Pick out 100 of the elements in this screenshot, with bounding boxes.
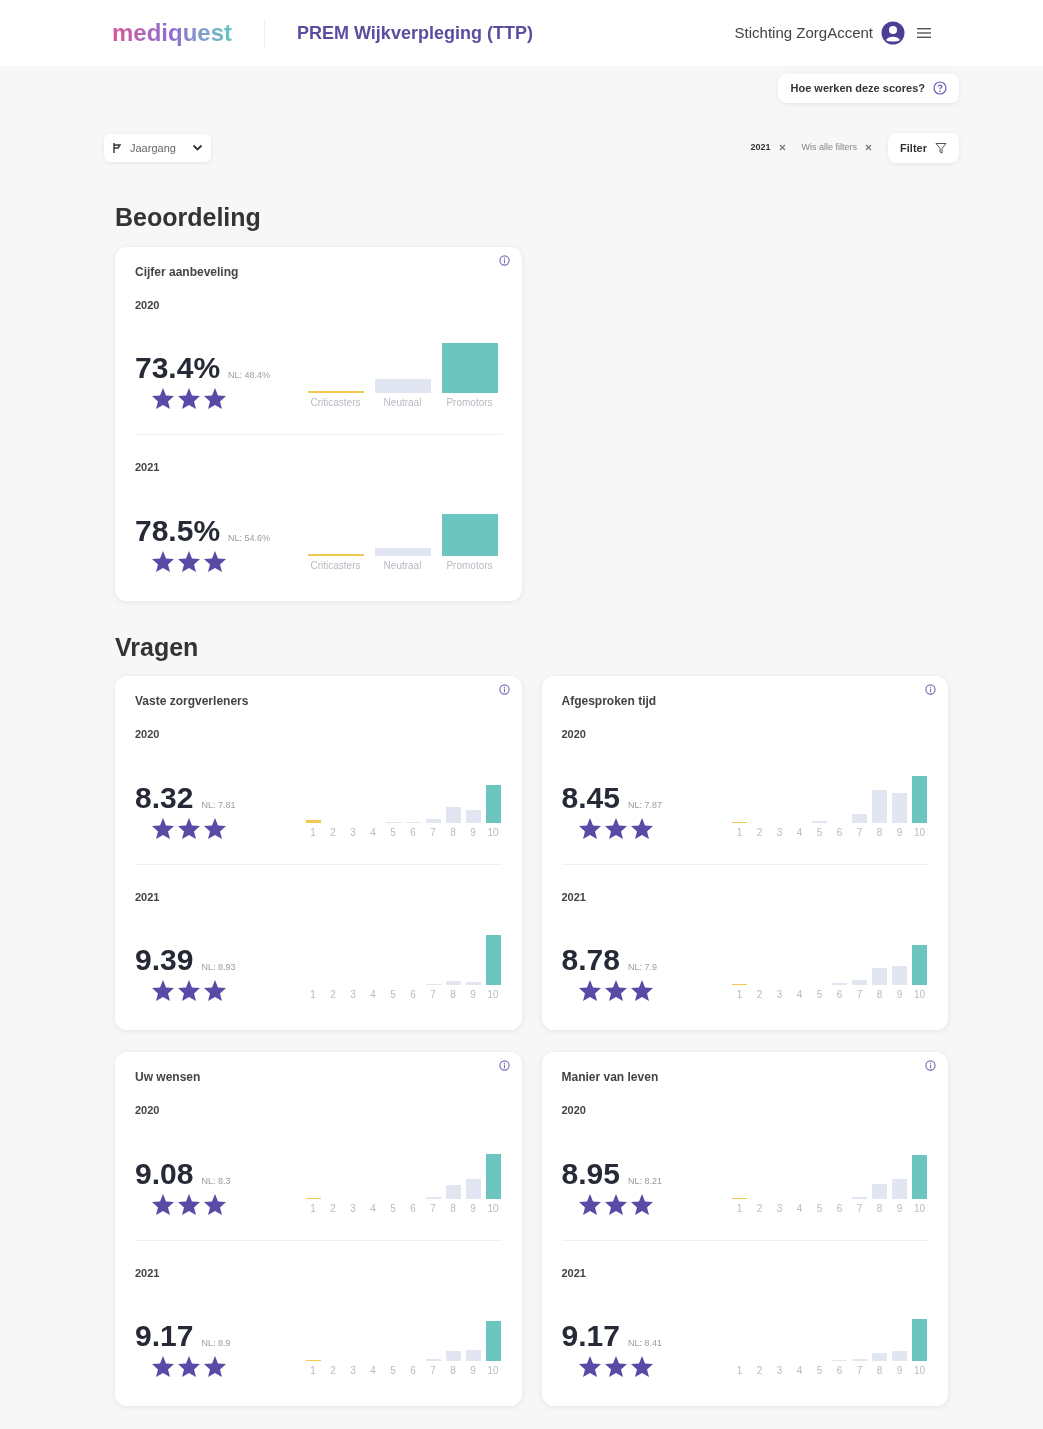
card-title: Uw wensen xyxy=(135,1069,202,1086)
filter-chip[interactable]: Wis alle filters xyxy=(801,141,873,155)
star-icon xyxy=(577,816,602,840)
star-icon xyxy=(151,816,175,840)
year-label: 2021 xyxy=(135,460,161,475)
score-value: 8.78 xyxy=(561,945,620,975)
bar-label: 5 xyxy=(816,1364,823,1378)
bar-label: 8 xyxy=(876,1364,883,1378)
bar-label: 10 xyxy=(487,1364,499,1378)
bar-label: 6 xyxy=(836,988,843,1002)
chart-bar xyxy=(374,547,431,556)
card-title: Cijfer aanbeveling xyxy=(135,263,240,281)
bar-label: 9 xyxy=(896,1364,903,1378)
bar-label: 9 xyxy=(470,825,476,840)
bar-label: 1 xyxy=(310,1364,316,1378)
chart-bar xyxy=(441,343,498,393)
bar-label: 5 xyxy=(390,1201,396,1216)
chart-bar xyxy=(441,513,498,556)
bar-label: 8 xyxy=(450,1201,456,1216)
info-icon[interactable] xyxy=(498,684,510,695)
score-value: 8.95 xyxy=(561,1158,620,1189)
star-icon xyxy=(177,549,201,573)
bar-label: Criticasters xyxy=(310,396,361,410)
benchmark-value: NL: 7.81 xyxy=(201,798,236,812)
bar-label: 4 xyxy=(370,1201,376,1216)
chart-bar xyxy=(852,813,867,823)
bar-label: 3 xyxy=(350,988,356,1002)
year-label: 2020 xyxy=(135,297,161,313)
bar-label: 4 xyxy=(370,1364,376,1378)
benchmark-value: NL: 7.9 xyxy=(627,961,657,974)
year-label: 2020 xyxy=(135,1103,161,1118)
benchmark-value: NL: 8.9 xyxy=(201,1337,231,1350)
star-icon xyxy=(629,979,654,1002)
bar-label: 1 xyxy=(736,825,743,840)
bar-label: Neutraal xyxy=(383,558,422,573)
chart-bar xyxy=(425,818,441,823)
bar-label: 10 xyxy=(487,825,499,840)
bar-label: 2 xyxy=(330,825,336,840)
close-icon xyxy=(778,144,786,152)
help-button[interactable]: Hoe werken deze scores? xyxy=(778,74,959,103)
filter-icon xyxy=(935,141,947,154)
bar-label: 6 xyxy=(836,1201,843,1216)
filter-chip[interactable]: 2021 xyxy=(750,141,786,155)
score-value: 78.5% xyxy=(135,515,221,546)
card-title: Afgesproken tijd xyxy=(561,693,658,710)
chart-bar xyxy=(852,980,867,985)
chart-bar xyxy=(912,1154,927,1199)
card-title: Manier van leven xyxy=(561,1069,660,1086)
info-icon[interactable] xyxy=(498,254,510,266)
bar-label: 2 xyxy=(756,1364,763,1378)
chart-bar xyxy=(872,968,887,985)
bar-label: 3 xyxy=(776,1201,783,1216)
bar-label: 5 xyxy=(816,988,823,1002)
chart-bar xyxy=(485,784,501,823)
chart-bar xyxy=(912,1319,927,1361)
chart-bar xyxy=(872,1353,887,1361)
bar-label: Neutraal xyxy=(383,396,422,410)
benchmark-value: NL: 8.3 xyxy=(201,1174,231,1188)
bar-label: 8 xyxy=(876,1201,883,1216)
bar-label: 7 xyxy=(856,1201,863,1216)
bar-label: 6 xyxy=(410,988,416,1002)
bar-label: 7 xyxy=(430,1364,436,1378)
benchmark-value: NL: 54.6% xyxy=(228,531,271,545)
bar-label: 7 xyxy=(430,1201,436,1216)
bar-label: 9 xyxy=(896,825,903,840)
close-icon xyxy=(865,144,873,152)
benchmark-value: NL: 8.21 xyxy=(627,1174,662,1188)
user-icon[interactable] xyxy=(881,21,905,45)
score-value: 8.45 xyxy=(561,782,620,813)
bar-label: 6 xyxy=(836,825,843,840)
bar-label: 5 xyxy=(816,825,823,840)
benchmark-value: NL: 7.87 xyxy=(627,798,662,812)
bar-label: 7 xyxy=(856,988,863,1002)
bar-label: 5 xyxy=(390,825,396,840)
filter-button[interactable]: Filter xyxy=(888,132,959,163)
bar-label: 2 xyxy=(756,1201,763,1216)
info-icon[interactable] xyxy=(498,1060,510,1071)
year-label: 2021 xyxy=(561,1265,587,1281)
card-title: Vaste zorgverleners xyxy=(135,693,250,710)
bar-label: 2 xyxy=(756,988,763,1002)
star-icon xyxy=(151,1355,175,1378)
chart-bar xyxy=(305,819,321,823)
star-icon xyxy=(177,387,201,410)
info-icon[interactable] xyxy=(925,684,936,695)
star-icon xyxy=(177,816,201,840)
bar-label: 6 xyxy=(836,1364,843,1378)
bar-label: 9 xyxy=(896,988,903,1002)
star-icon xyxy=(151,549,175,573)
bar-label: 8 xyxy=(450,988,456,1002)
chart-bar xyxy=(485,1321,501,1361)
bar-label: 1 xyxy=(310,1201,316,1216)
info-icon[interactable] xyxy=(925,1060,936,1071)
star-icon xyxy=(177,1355,201,1378)
chart-bar xyxy=(892,966,907,985)
bar-label: 6 xyxy=(410,1364,416,1378)
bar-label: 3 xyxy=(776,988,783,1002)
chart-bar xyxy=(872,789,887,823)
year-dropdown[interactable]: Jaargang xyxy=(104,133,211,162)
bar-label: Promotors xyxy=(446,558,493,573)
menu-icon[interactable] xyxy=(917,27,931,39)
